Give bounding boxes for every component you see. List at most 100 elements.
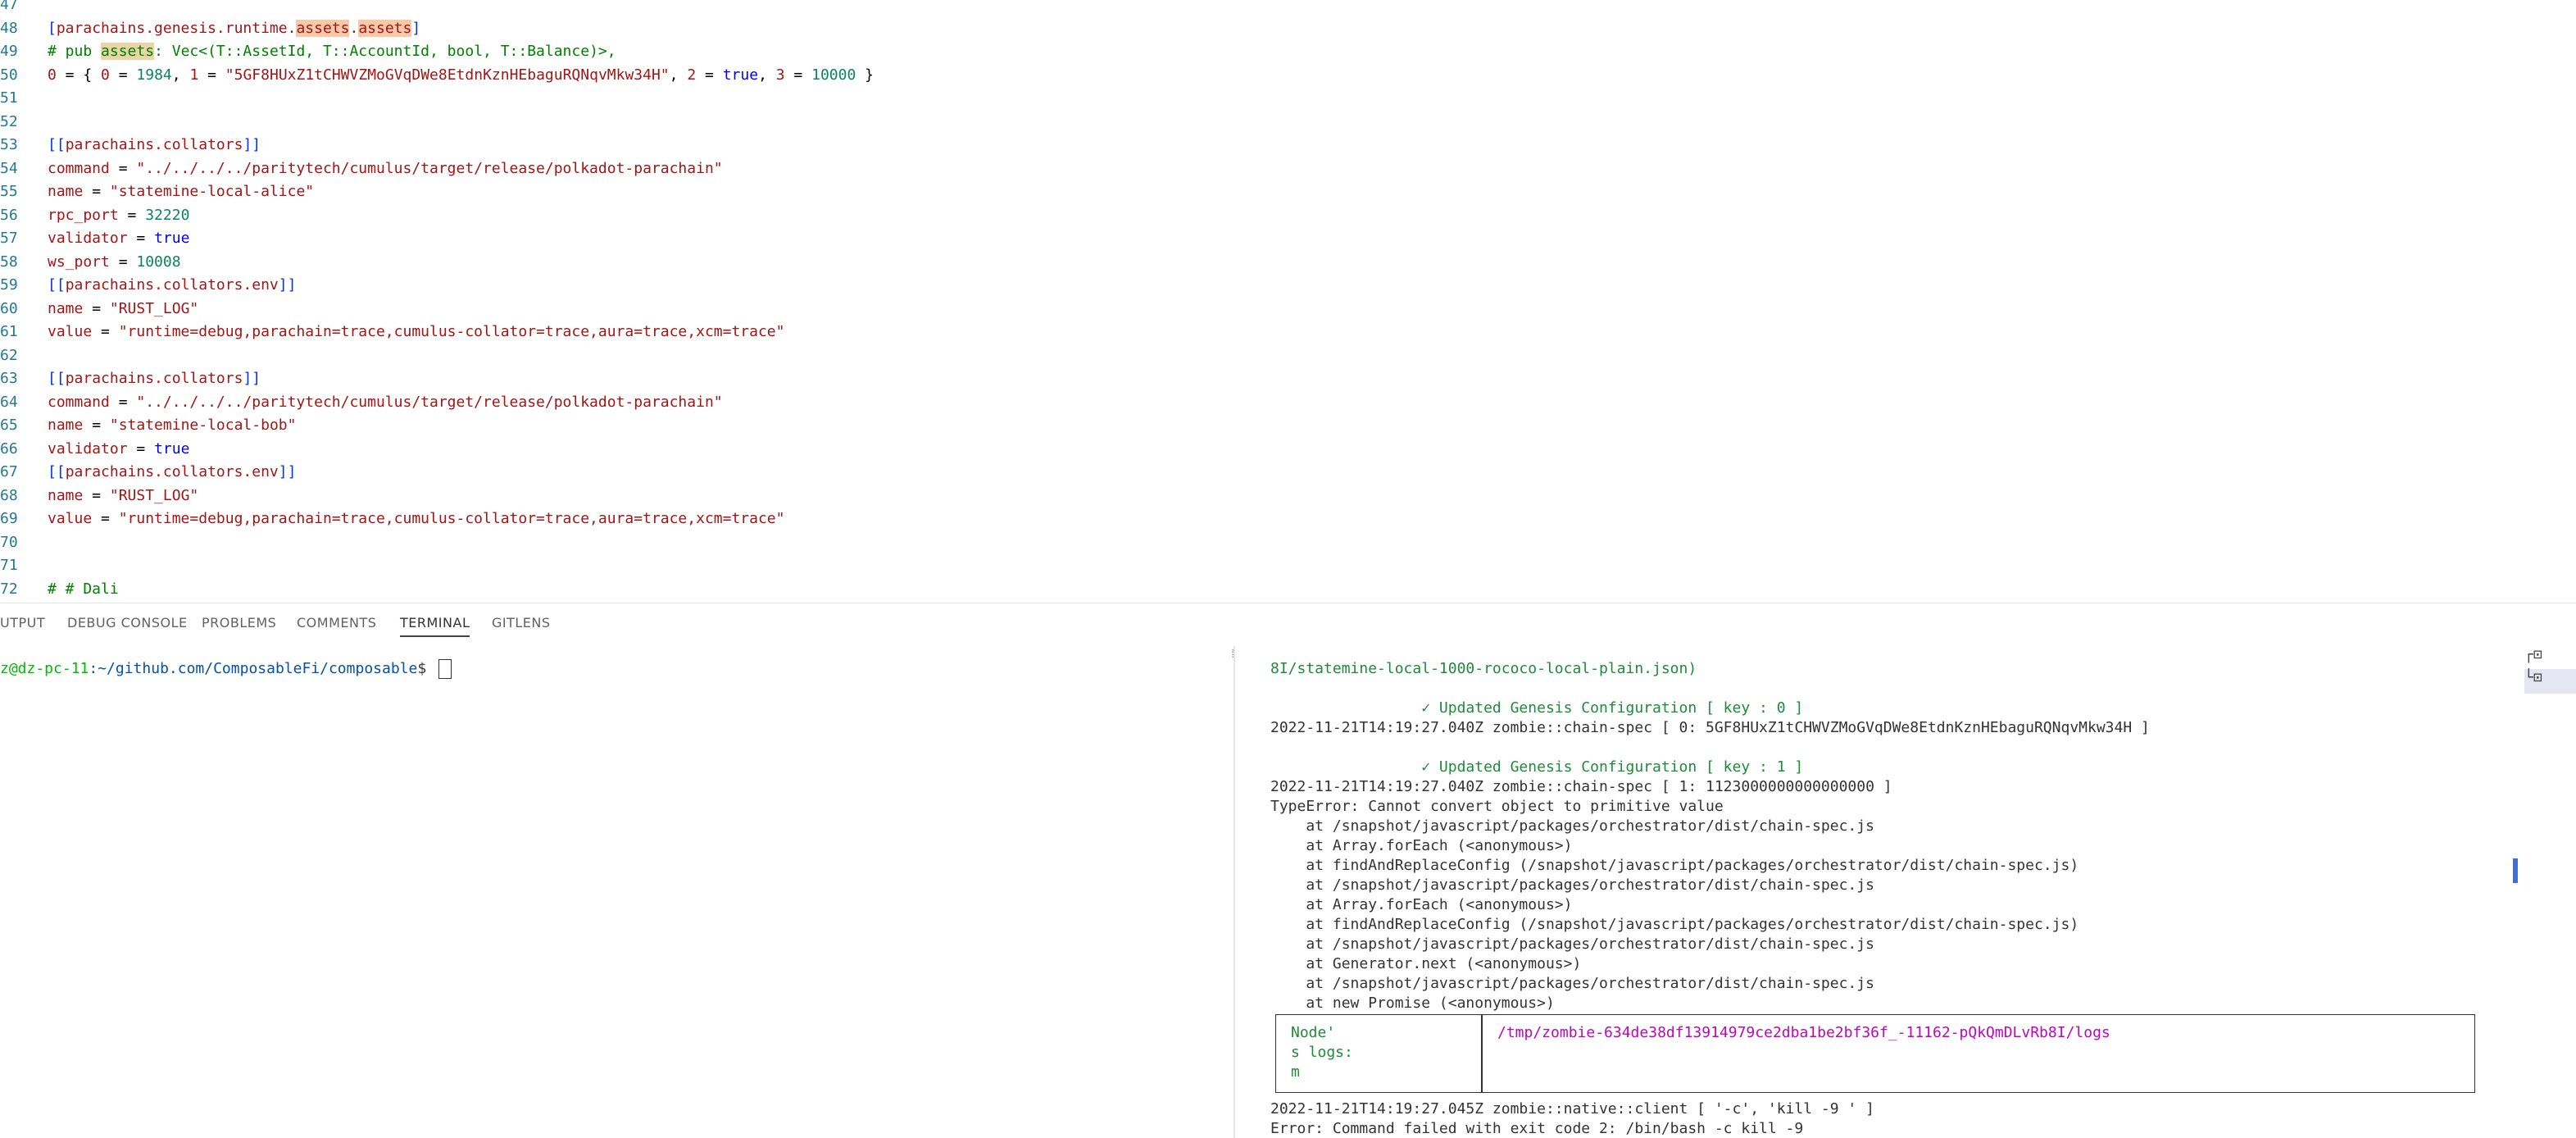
tab-output[interactable]: UTPUT [0, 615, 45, 630]
line-number: 53 [0, 136, 18, 153]
code-token: = [92, 510, 119, 527]
line-content: command = "../../../../paritytech/cumulu… [48, 157, 723, 180]
code-line[interactable]: 63 [[parachains.collators]] [0, 367, 2576, 390]
terminal-split-icon[interactable]: ┌⊡ [2524, 646, 2576, 671]
line-number: 52 [0, 112, 18, 130]
code-line[interactable]: 51 [0, 87, 2576, 110]
terminal-cursor [438, 659, 452, 679]
code-line[interactable]: 71 [0, 554, 2576, 577]
code-line[interactable]: 47 [0, 0, 2576, 16]
code-token: "runtime=debug,parachain=trace,cumulus-c… [118, 510, 785, 527]
terminal-output-line: TypeError: Cannot convert object to prim… [1270, 798, 1724, 815]
code-editor[interactable]: 47 48 [parachains.genesis.runtime.assets.a… [0, 0, 2576, 603]
line-number: 62 [0, 346, 18, 364]
line-content: value = "runtime=debug,parachain=trace,c… [48, 508, 784, 530]
code-line[interactable]: 52 [0, 111, 2576, 134]
tab-problems[interactable]: PROBLEMS [202, 615, 276, 630]
code-token: name [48, 183, 84, 200]
code-token: 32220 [145, 206, 190, 224]
code-token: [[ [48, 463, 66, 480]
terminal-splitter[interactable] [1233, 646, 1235, 1138]
code-token: , [758, 66, 776, 84]
terminal-left[interactable]: z@dz-pc-11:~/github.com/ComposableFi/com… [0, 646, 1233, 1138]
tab-gitlens[interactable]: GITLENS [492, 615, 551, 630]
split-handle-icon[interactable]: ⁞ [1229, 648, 1236, 662]
code-token: 10000 [811, 66, 856, 84]
code-token: 2 [687, 66, 697, 84]
tab-debug-console[interactable]: DEBUG CONSOLE [67, 615, 188, 630]
code-line[interactable]: 50 0 = { 0 = 1984, 1 = "5GF8HUxZ1tCHWVZMo… [0, 64, 2576, 87]
code-line[interactable]: 64 command = "../../../../paritytech/cumu… [0, 391, 2576, 414]
terminal-output-line: at /snapshot/javascript/packages/orchest… [1270, 935, 1874, 953]
code-token: parachains.genesis.runtime. [56, 19, 297, 37]
terminal-output-line: at Generator.next (<anonymous>) [1270, 955, 1582, 972]
code-line[interactable]: 70 [0, 531, 2576, 554]
code-token: validator [48, 230, 128, 247]
code-token: 10008 [136, 253, 181, 271]
line-content: [[parachains.collators.env]] [48, 461, 296, 484]
terminal-output-line: 2022-11-21T14:19:27.040Z zombie::chain-s… [1270, 719, 2150, 736]
code-token: = { [56, 66, 102, 84]
terminal-output-line: at /snapshot/javascript/packages/orchest… [1270, 876, 1874, 894]
code-token: rpc_port [48, 206, 119, 224]
code-token: ws_port [48, 253, 110, 271]
line-number: 63 [0, 370, 18, 387]
code-token: "RUST_LOG" [109, 486, 199, 504]
code-line[interactable]: 65 name = "statemine-local-bob" [0, 414, 2576, 437]
code-token: true [154, 230, 190, 247]
code-token: = [92, 323, 119, 340]
terminal-output-line: at /snapshot/javascript/packages/orchest… [1270, 817, 1874, 835]
code-token: ] [411, 19, 421, 37]
code-token: name [48, 299, 84, 317]
prompt-user: z@dz-pc-11 [0, 660, 89, 677]
code-line[interactable]: 69 value = "runtime=debug,parachain=trace… [0, 508, 2576, 530]
code-token: [[ [48, 370, 66, 387]
line-number: 72 [0, 580, 18, 598]
tab-comments[interactable]: COMMENTS [297, 615, 376, 630]
node-logs-path[interactable]: /tmp/zombie-634de38df13914979ce2dba1be2b… [1497, 1023, 2110, 1043]
code-line[interactable]: 59 [[parachains.collators.env]] [0, 274, 2576, 297]
line-number: 67 [0, 463, 18, 480]
code-token: [[ [48, 136, 66, 153]
code-line[interactable]: 66 validator = true [0, 438, 2576, 461]
code-token: true [154, 439, 190, 457]
line-number: 61 [0, 323, 18, 340]
panel-tab-bar: UTPUT DEBUG CONSOLE PROBLEMS COMMENTS TERMIN… [0, 603, 2576, 646]
scrollbar-marker[interactable] [2513, 858, 2518, 883]
line-number: 49 [0, 43, 18, 60]
code-token: # # Dali [48, 580, 119, 598]
code-token: 0 [48, 66, 57, 84]
line-content: [[parachains.collators]] [48, 134, 261, 157]
code-line[interactable]: 53 [[parachains.collators]] [0, 134, 2576, 157]
code-line[interactable]: 68 name = "RUST_LOG" [0, 485, 2576, 508]
code-line[interactable]: 58 ws_port = 10008 [0, 251, 2576, 274]
code-token: parachains.collators.env [65, 463, 279, 480]
code-line[interactable]: 67 [[parachains.collators.env]] [0, 461, 2576, 484]
code-line[interactable]: 54 command = "../../../../paritytech/cumu… [0, 157, 2576, 180]
code-line[interactable]: 62 [0, 344, 2576, 367]
code-line[interactable]: 49 # pub assets: Vec<(T::AssetId, T::Acco… [0, 40, 2576, 63]
terminal-output-line: at new Promise (<anonymous>) [1270, 995, 1555, 1012]
code-token: = [83, 417, 110, 434]
line-number: 64 [0, 393, 18, 411]
line-number: 69 [0, 510, 18, 527]
code-line[interactable]: 61 value = "runtime=debug,parachain=trace… [0, 321, 2576, 344]
code-line[interactable]: 57 validator = true [0, 227, 2576, 250]
line-content: value = "runtime=debug,parachain=trace,c… [48, 321, 784, 344]
line-number: 70 [0, 533, 18, 551]
line-content: name = "RUST_LOG" [48, 298, 198, 321]
terminal-prompt: z@dz-pc-11:~/github.com/ComposableFi/com… [0, 658, 452, 681]
tab-terminal[interactable]: TERMINAL [400, 615, 470, 637]
line-content: validator = true [48, 227, 189, 250]
code-line[interactable]: 72 # # Dali [0, 578, 2576, 601]
terminal-kill-icon[interactable]: └⊡ [2524, 669, 2576, 694]
code-line[interactable]: 48 [parachains.genesis.runtime.assets.ass… [0, 17, 2576, 40]
code-token: parachains.collators.env [65, 276, 279, 294]
code-line[interactable]: 60 name = "RUST_LOG" [0, 298, 2576, 321]
code-token: "statemine-local-bob" [109, 417, 297, 434]
terminal-output-line: at Array.forEach (<anonymous>) [1270, 896, 1573, 913]
code-line[interactable]: 56 rpc_port = 32220 [0, 204, 2576, 227]
code-token: , [669, 66, 688, 84]
node-logs-divider [1481, 1015, 1483, 1092]
code-line[interactable]: 55 name = "statemine-local-alice" [0, 180, 2576, 203]
